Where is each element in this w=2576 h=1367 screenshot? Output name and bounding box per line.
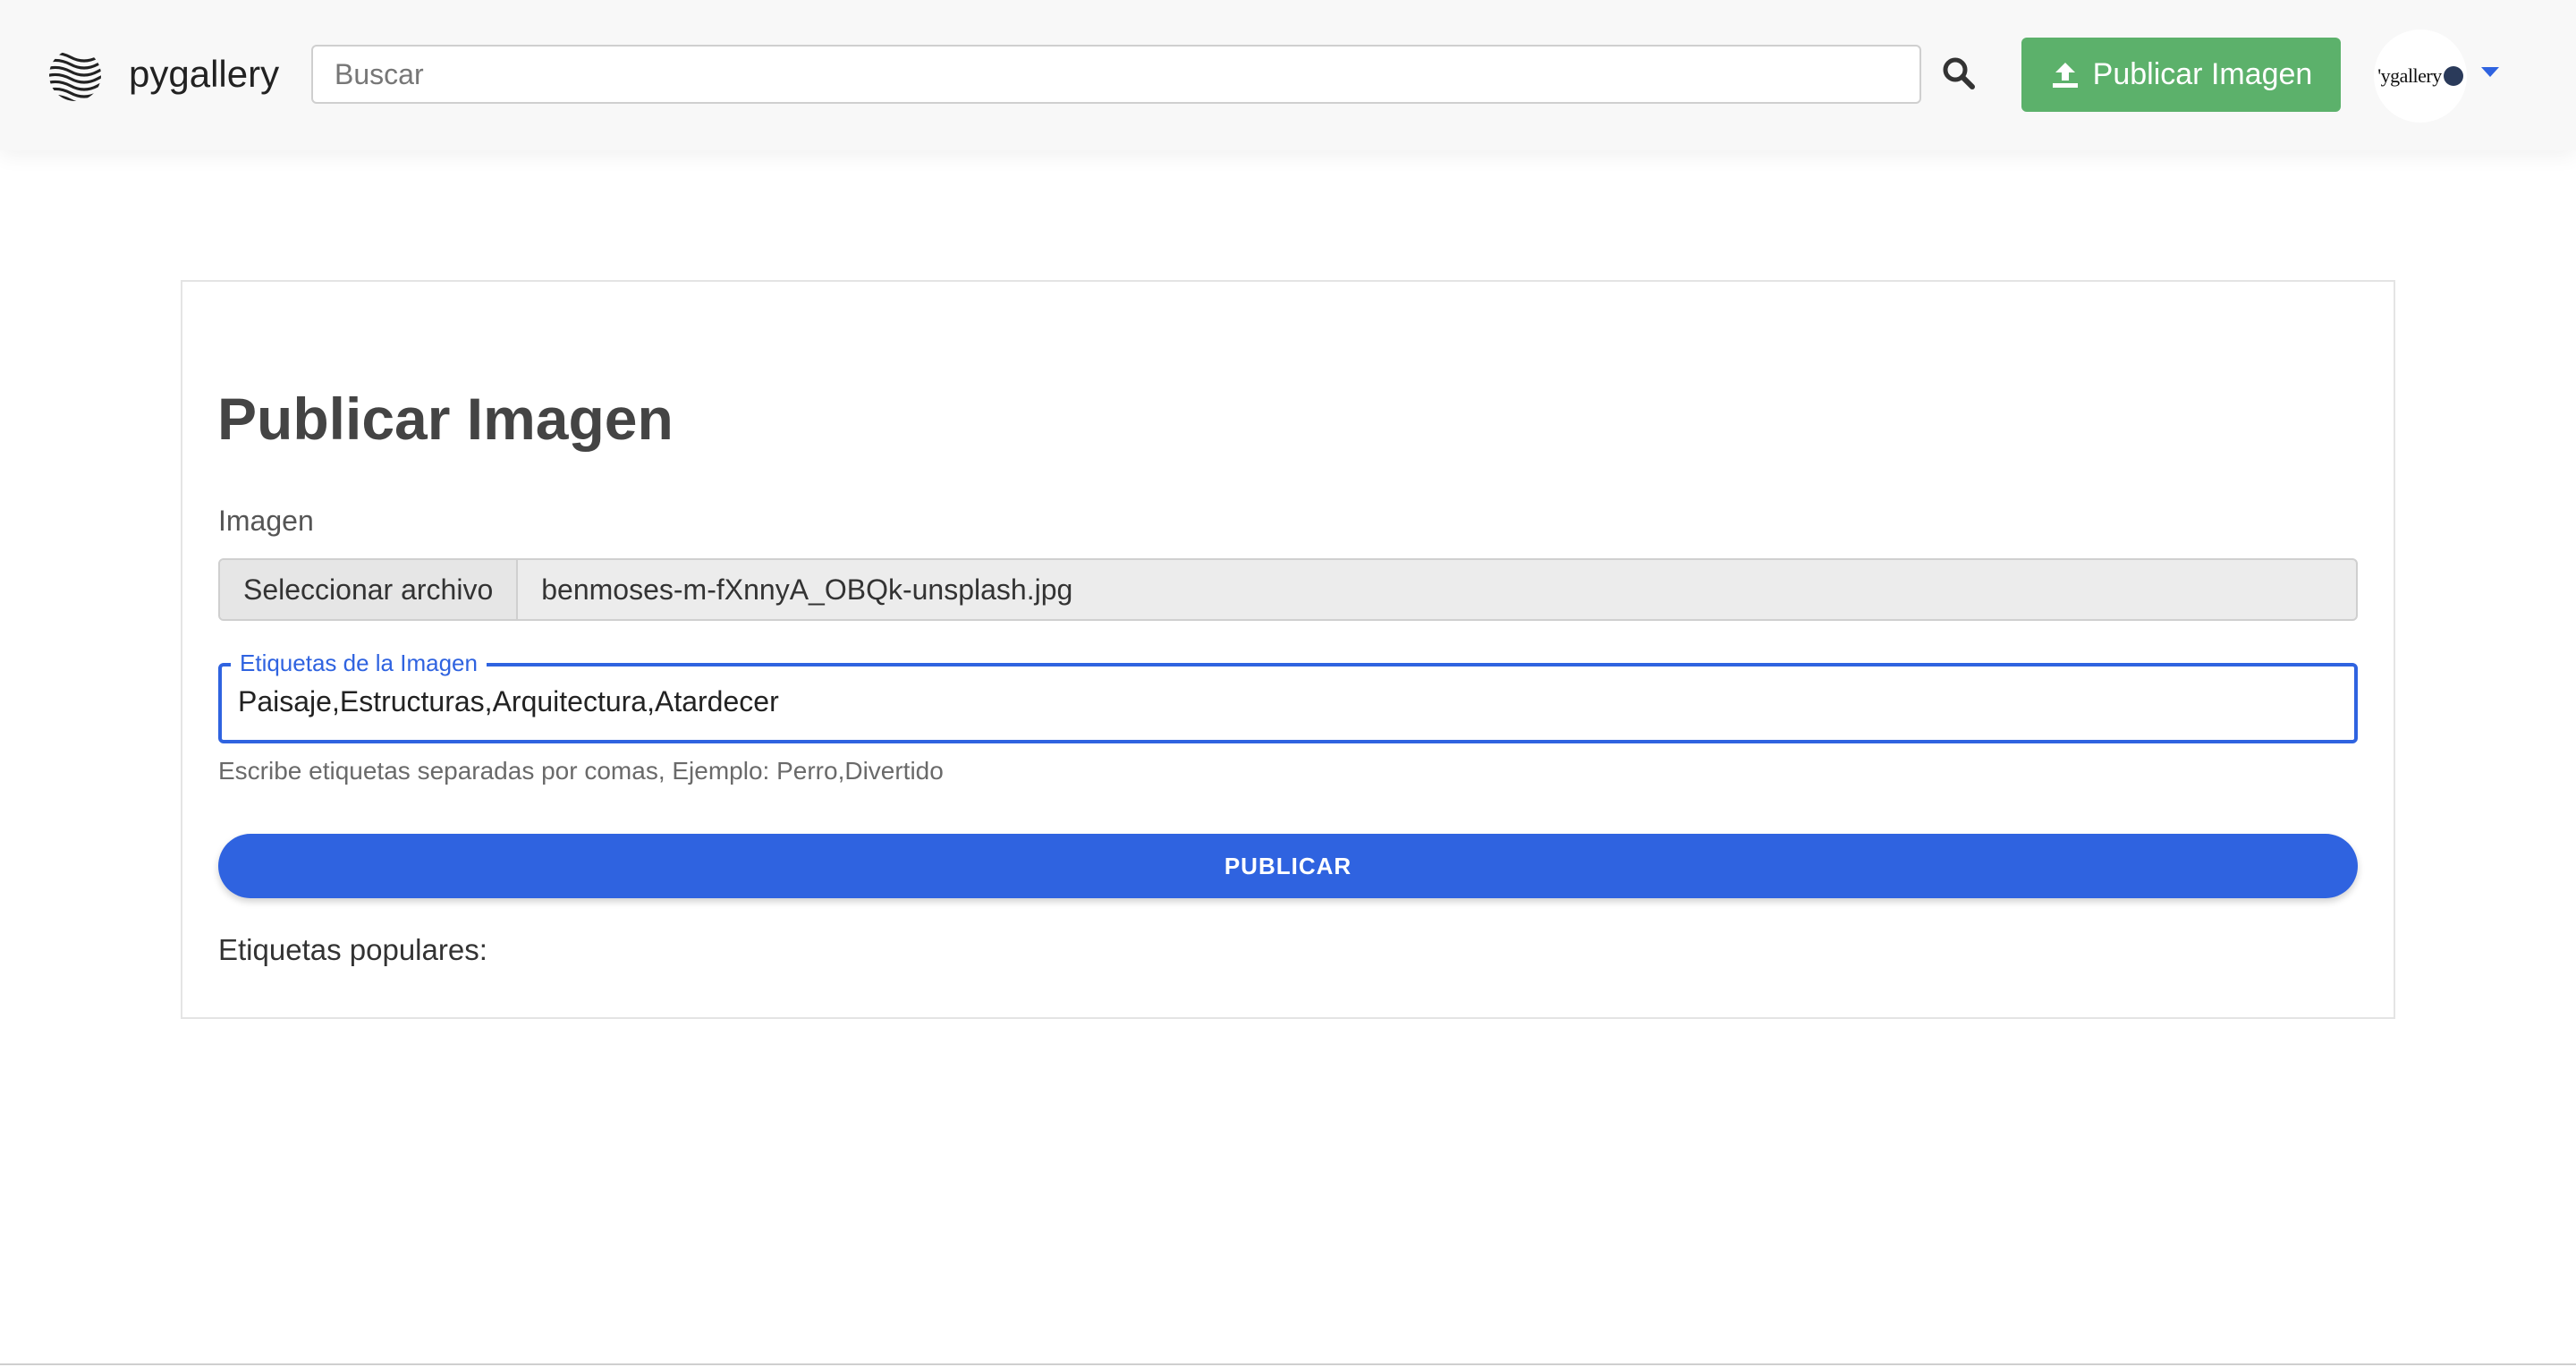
avatar-badge <box>2443 66 2463 86</box>
page-title: Publicar Imagen <box>217 386 674 452</box>
tags-helper-text: Escribe etiquetas separadas por comas, E… <box>218 757 944 785</box>
navbar: pygallery Publicar Imagen 'ygallery <box>0 0 2576 150</box>
caret-down-icon[interactable] <box>2479 64 2501 79</box>
submit-publish-button[interactable]: PUBLICAR <box>218 834 2358 898</box>
brand-name[interactable]: pygallery <box>129 52 279 97</box>
upload-icon <box>2052 62 2078 88</box>
publish-image-label: Publicar Imagen <box>2092 57 2313 91</box>
waves-logo-icon[interactable] <box>48 48 102 102</box>
search-icon[interactable] <box>1941 55 1977 91</box>
avatar[interactable]: 'ygallery <box>2374 30 2467 123</box>
search-input[interactable] <box>311 45 1921 104</box>
avatar-text: 'ygallery <box>2377 64 2442 87</box>
bottom-divider <box>0 1363 2576 1365</box>
select-file-button[interactable]: Seleccionar archivo <box>220 560 519 619</box>
popular-tags-label: Etiquetas populares: <box>218 933 487 966</box>
tags-field-label: Etiquetas de la Imagen <box>231 649 487 677</box>
file-input[interactable]: Seleccionar archivo benmoses-m-fXnnyA_OB… <box>218 558 2358 621</box>
image-field-label: Imagen <box>218 505 314 537</box>
selected-file-name: benmoses-m-fXnnyA_OBQk-unsplash.jpg <box>541 573 1073 606</box>
tags-input[interactable] <box>238 682 2331 721</box>
publish-image-button[interactable]: Publicar Imagen <box>2021 38 2341 112</box>
